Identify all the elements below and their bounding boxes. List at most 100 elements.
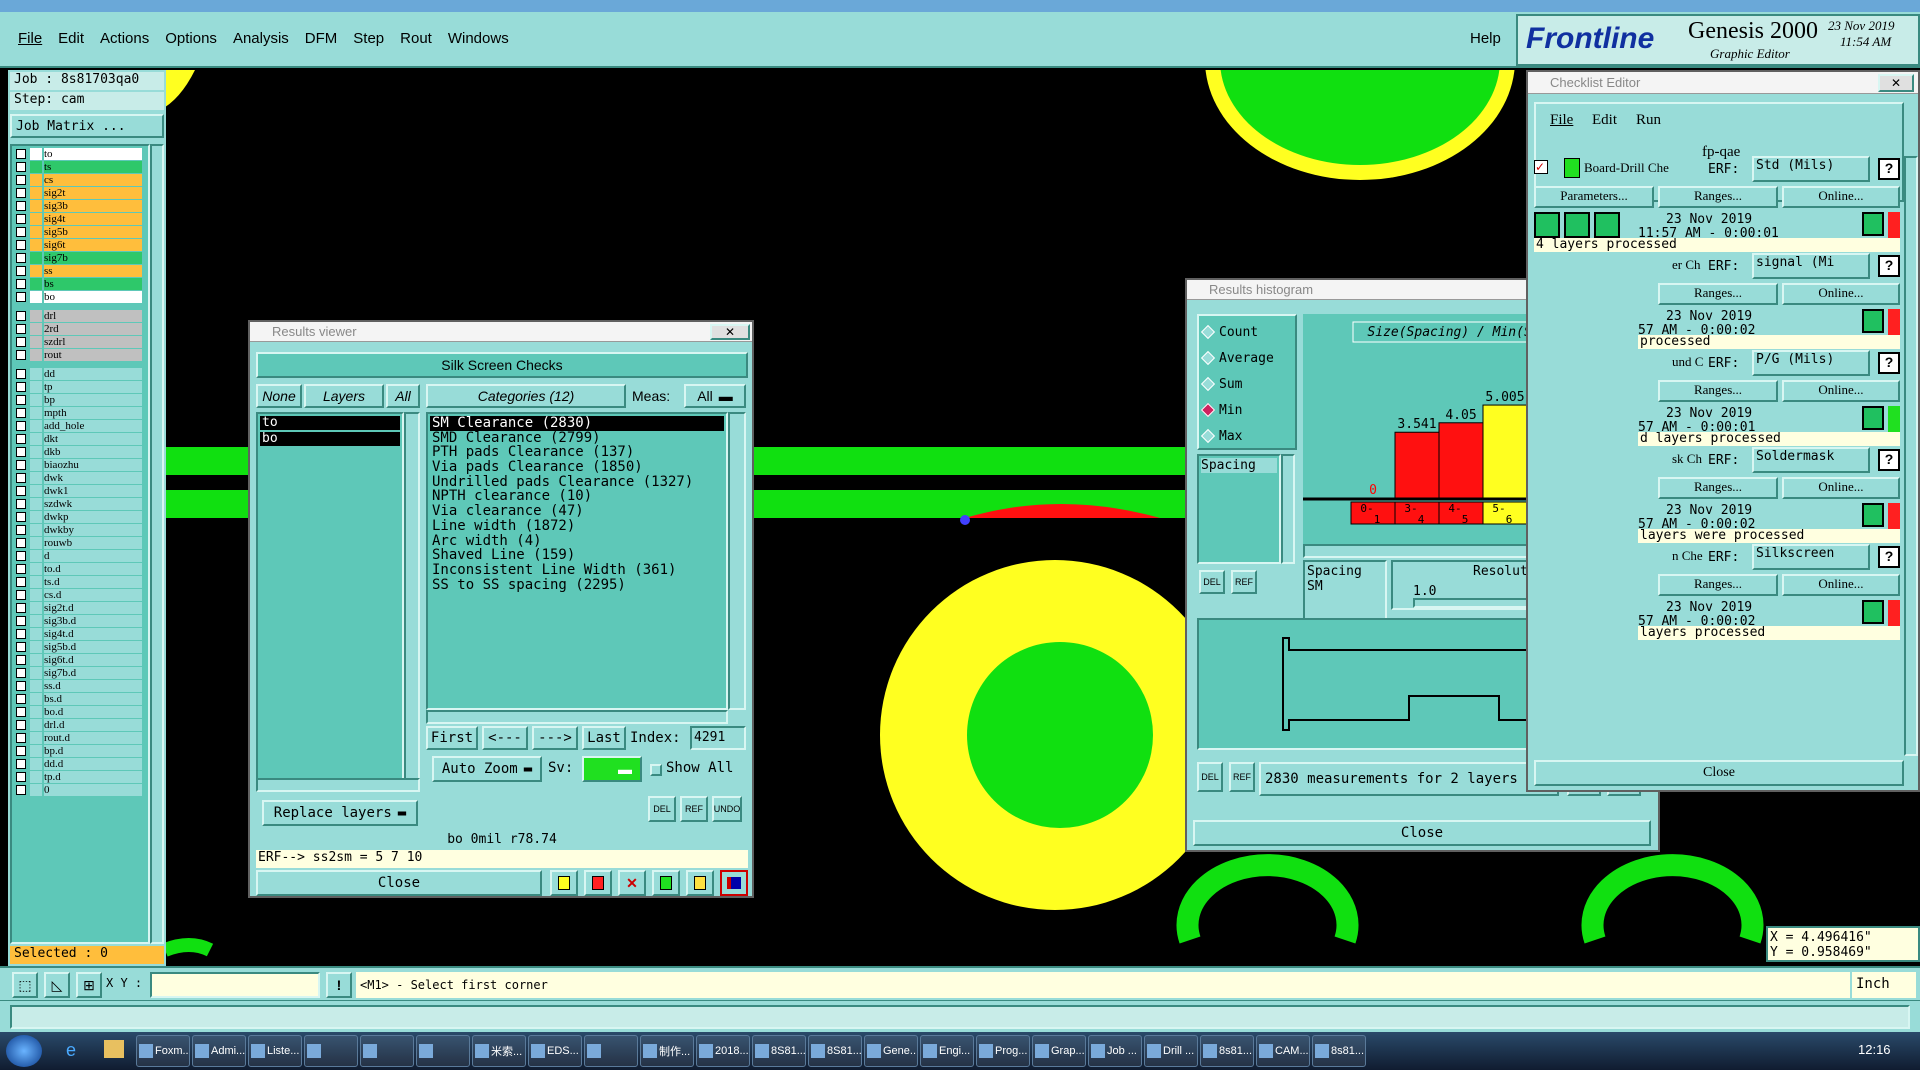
taskbar-item[interactable]: CAM... xyxy=(1256,1035,1310,1067)
layer-checkbox[interactable] xyxy=(16,395,26,405)
layer-checkbox[interactable] xyxy=(16,434,26,444)
layer-row[interactable]: szdwk xyxy=(14,498,148,510)
layer-color-swatch[interactable] xyxy=(30,628,42,640)
layer-color-swatch[interactable] xyxy=(30,563,42,575)
taskbar-item[interactable]: 米索... xyxy=(472,1035,526,1067)
results-layer-hscroll[interactable] xyxy=(256,778,420,792)
chart-bar[interactable] xyxy=(1438,422,1484,499)
category-item[interactable]: Line width (1872) xyxy=(430,519,724,534)
category-item[interactable]: Via clearance (47) xyxy=(430,504,724,519)
layer-row[interactable]: sig4t xyxy=(14,213,148,225)
help-icon[interactable]: ? xyxy=(1878,158,1900,180)
layer-checkbox[interactable] xyxy=(16,668,26,678)
layer-color-swatch[interactable] xyxy=(30,550,42,562)
taskbar-item[interactable] xyxy=(584,1035,638,1067)
del-icon[interactable]: DEL xyxy=(1197,762,1223,792)
layer-checkbox[interactable] xyxy=(16,460,26,470)
layer-color-swatch[interactable] xyxy=(30,368,42,380)
layer-row[interactable]: 2rd xyxy=(14,323,148,335)
last-button[interactable]: Last xyxy=(582,726,626,750)
layer-color-swatch[interactable] xyxy=(30,771,42,783)
layer-color-swatch[interactable] xyxy=(30,602,42,614)
layer-checkbox[interactable] xyxy=(16,253,26,263)
layer-color-swatch[interactable] xyxy=(30,407,42,419)
layer-checkbox[interactable] xyxy=(16,350,26,360)
category-item[interactable]: Inconsistent Line Width (361) xyxy=(430,563,724,578)
layer-row[interactable]: 0 xyxy=(14,784,148,796)
category-item[interactable]: NPTH clearance (10) xyxy=(430,489,724,504)
layer-checkbox[interactable] xyxy=(16,681,26,691)
taskbar-item[interactable]: Drill ... xyxy=(1144,1035,1198,1067)
menu-rout[interactable]: Rout xyxy=(400,30,432,47)
layer-color-swatch[interactable] xyxy=(30,576,42,588)
layer-checkbox[interactable] xyxy=(16,642,26,652)
layer-color-swatch[interactable] xyxy=(30,680,42,692)
layer-checkbox[interactable] xyxy=(16,227,26,237)
grid-tool-icon[interactable]: ⊞ xyxy=(76,972,102,998)
folder-icon[interactable] xyxy=(104,1040,124,1058)
layer-checkbox[interactable] xyxy=(16,175,26,185)
check-enabled-icon[interactable]: ✓ xyxy=(1534,160,1548,174)
select-tool-icon[interactable]: ⬚ xyxy=(12,972,38,998)
layer-row[interactable]: dkb xyxy=(14,446,148,458)
layer-color-swatch[interactable] xyxy=(30,537,42,549)
layer-row[interactable]: sig2t.d xyxy=(14,602,148,614)
units-select[interactable]: Inch xyxy=(1852,972,1916,998)
layer-row[interactable]: dd.d xyxy=(14,758,148,770)
histogram-close-button[interactable]: Close xyxy=(1193,820,1651,846)
undo-icon[interactable]: UNDO xyxy=(712,796,742,822)
layer-color-swatch[interactable] xyxy=(30,511,42,523)
taskbar-item[interactable]: 8S81... xyxy=(808,1035,862,1067)
layer-row[interactable]: ts xyxy=(14,161,148,173)
layer-color-swatch[interactable] xyxy=(30,239,42,251)
layer-row[interactable]: dwkby xyxy=(14,524,148,536)
layer-checkbox[interactable] xyxy=(16,266,26,276)
layer-checkbox[interactable] xyxy=(16,337,26,347)
layer-color-swatch[interactable] xyxy=(30,641,42,653)
layer-row[interactable]: ts.d xyxy=(14,576,148,588)
check-name[interactable]: Board-Drill Che xyxy=(1584,160,1669,176)
parameters-button[interactable]: Parameters... xyxy=(1534,186,1654,208)
ie-icon[interactable]: e xyxy=(66,1040,86,1060)
layer-row[interactable]: dwk xyxy=(14,472,148,484)
layer-color-swatch[interactable] xyxy=(30,291,42,303)
layer-color-swatch[interactable] xyxy=(30,200,42,212)
layer-row[interactable]: rout xyxy=(14,349,148,361)
results-layer-scrollbar[interactable] xyxy=(404,412,420,780)
layer-color-swatch[interactable] xyxy=(30,252,42,264)
layer-color-swatch[interactable] xyxy=(30,349,42,361)
layer-color-swatch[interactable] xyxy=(30,213,42,225)
taskbar-item[interactable]: Prog... xyxy=(976,1035,1030,1067)
layer-checkbox[interactable] xyxy=(16,421,26,431)
layer-color-swatch[interactable] xyxy=(30,161,42,173)
layer-checkbox[interactable] xyxy=(16,162,26,172)
chart-bar[interactable] xyxy=(1394,431,1440,499)
taskbar-item[interactable]: 8S81... xyxy=(752,1035,806,1067)
layer-row[interactable]: drl.d xyxy=(14,719,148,731)
categories-button[interactable]: Categories (12) xyxy=(426,384,626,408)
layer-row[interactable]: sig7b.d xyxy=(14,667,148,679)
layer-color-swatch[interactable] xyxy=(30,381,42,393)
taskbar-item[interactable]: Admi... xyxy=(192,1035,246,1067)
layer-row[interactable]: ss.d xyxy=(14,680,148,692)
menu-dfm[interactable]: DFM xyxy=(305,30,338,47)
check-name[interactable]: er Ch xyxy=(1672,257,1701,273)
help-icon[interactable]: ? xyxy=(1878,546,1900,568)
checklist-menu-run[interactable]: Run xyxy=(1636,112,1661,129)
taskbar-item[interactable]: Grap... xyxy=(1032,1035,1086,1067)
zoom-icon[interactable] xyxy=(652,870,680,896)
ranges-button[interactable]: Ranges... xyxy=(1658,283,1778,305)
layer-row[interactable]: szdrl xyxy=(14,336,148,348)
list-icon[interactable] xyxy=(686,870,714,896)
layer-row[interactable]: sig7b xyxy=(14,252,148,264)
online-button[interactable]: Online... xyxy=(1782,574,1900,596)
layer-color-swatch[interactable] xyxy=(30,745,42,757)
layer-checkbox[interactable] xyxy=(16,525,26,535)
layer-color-swatch[interactable] xyxy=(30,148,42,160)
alert-icon[interactable]: ! xyxy=(326,972,352,998)
layer-color-swatch[interactable] xyxy=(30,667,42,679)
taskbar-item[interactable]: 制作... xyxy=(640,1035,694,1067)
meas-select[interactable]: All ▬ xyxy=(684,384,746,408)
ranges-button[interactable]: Ranges... xyxy=(1658,477,1778,499)
layer-color-swatch[interactable] xyxy=(30,758,42,770)
